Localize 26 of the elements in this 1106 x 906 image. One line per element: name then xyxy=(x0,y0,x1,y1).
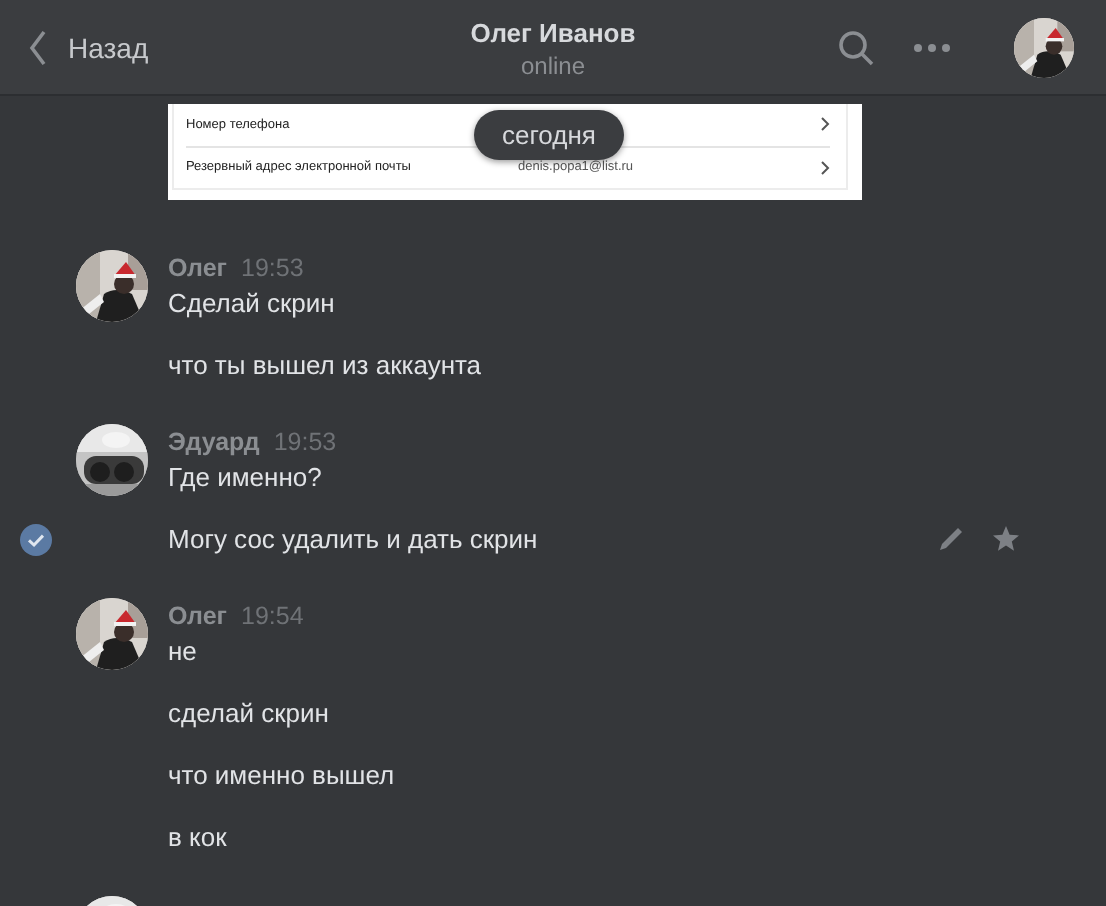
back-button[interactable]: Назад xyxy=(28,29,149,65)
message-text: что ты вышел из аккаунта xyxy=(168,348,482,384)
pencil-icon[interactable] xyxy=(938,526,964,552)
author-name: Олег xyxy=(168,252,227,286)
chevron-left-icon xyxy=(28,29,48,65)
date-label: сегодня xyxy=(474,110,624,160)
chevron-right-icon xyxy=(820,116,830,133)
selected-check-icon[interactable] xyxy=(20,524,52,556)
contact-status: online xyxy=(520,50,586,82)
message-text: что именно вышел xyxy=(168,758,395,794)
contact-name: Олег Иванов xyxy=(470,18,636,50)
search-icon[interactable] xyxy=(838,29,874,65)
message-text: Могу сос удалить и дать скрин xyxy=(168,522,538,558)
message-text: сделай скрин xyxy=(168,696,329,732)
chevron-right-icon xyxy=(820,159,830,176)
message-time: 19:53 xyxy=(273,426,337,460)
message-text: не xyxy=(168,634,197,670)
message-text: Где именно? xyxy=(168,460,322,496)
message-time: 19:54 xyxy=(241,600,304,634)
message-text: Сделай скрин xyxy=(168,286,335,322)
message-text: в кок xyxy=(168,820,227,856)
message-time: 19:53 xyxy=(241,252,304,286)
star-icon[interactable] xyxy=(992,526,1020,552)
more-icon[interactable] xyxy=(914,43,950,51)
author-name: Эдуард xyxy=(168,426,260,460)
author-name: Олег xyxy=(168,600,227,634)
